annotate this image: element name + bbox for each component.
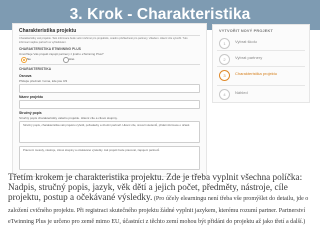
slide-caption: Třetím krokem je charakteristika projekt… bbox=[8, 172, 316, 226]
step-divider bbox=[217, 85, 305, 86]
radio-yes-label: Ano bbox=[69, 57, 75, 61]
step-number-circle: 4 bbox=[219, 89, 230, 100]
section-divider bbox=[19, 64, 200, 65]
project-form-panel: Charakteristika projektu Charakteristiky… bbox=[12, 23, 207, 177]
short-description-textarea[interactable]: Stručný popis, charakteristika vaš proje… bbox=[19, 121, 200, 143]
etwinning-plus-question: Umožňuje Vás projekt zapojit partnery z … bbox=[19, 52, 104, 56]
step-select-school[interactable]: 1 Vybrat školu bbox=[217, 37, 305, 49]
form-title-divider bbox=[19, 35, 200, 36]
radio-no-label: Ne bbox=[27, 57, 31, 61]
section-heading-characteristics: CHARAKTERISTIKA bbox=[19, 67, 52, 71]
step-divider bbox=[217, 50, 305, 51]
step-number: 4 bbox=[223, 92, 226, 98]
form-title: Charakteristika projektu bbox=[19, 28, 77, 34]
step-number-circle: 1 bbox=[219, 38, 230, 49]
step-number-circle: 3 bbox=[219, 70, 230, 81]
short-description-hint: Stručný popis charakteristiky vašeho pro… bbox=[19, 116, 118, 120]
step-select-partners[interactable]: 2 Vybrat partnery bbox=[217, 53, 305, 65]
methods-value: Pracovní metody, nástroje, cílové skupin… bbox=[23, 148, 161, 152]
short-description-label: Stručný popis bbox=[19, 111, 42, 115]
step-project-characteristics[interactable]: 3 Charakteristika projektu bbox=[217, 69, 305, 81]
step-label: Vybrat partnery bbox=[235, 55, 263, 60]
step-divider bbox=[217, 66, 305, 67]
create-project-steps: VYTVOŘIT NOVÝ PROJEKT 1 Vybrat školu 2 V… bbox=[212, 24, 310, 103]
step-label: Vybrat školu bbox=[235, 39, 257, 44]
curriculum-hint: Přidejte předmět / téma, kde jste 0/3 bbox=[19, 79, 68, 83]
step-number: 3 bbox=[223, 73, 226, 79]
step-number: 1 bbox=[223, 41, 226, 47]
form-intro-text: Charakteristiky vaš projektu. Tato infor… bbox=[19, 37, 188, 44]
step-preview[interactable]: 4 Náhled bbox=[217, 88, 305, 100]
methods-textarea[interactable]: Pracovní metody, nástroje, cílové skupin… bbox=[19, 146, 200, 170]
short-description-value: Stručný popis, charakteristika vaš proje… bbox=[23, 123, 190, 127]
curriculum-label: Osnova bbox=[19, 74, 32, 78]
step-label: Charakteristika projektu bbox=[235, 71, 278, 76]
step-label: Náhled bbox=[235, 90, 248, 95]
steps-title: VYTVOŘIT NOVÝ PROJEKT bbox=[219, 29, 273, 33]
slide-title: 3. Krok - Charakteristika bbox=[69, 6, 251, 23]
section-heading-etwinning-plus: CHARAKTERISTIKA ETWINNING PLUS bbox=[19, 47, 82, 51]
curriculum-input[interactable] bbox=[19, 84, 200, 93]
step-number-circle: 2 bbox=[219, 54, 230, 65]
project-name-label: Název projektu bbox=[19, 95, 44, 99]
step-number: 2 bbox=[223, 57, 226, 63]
project-name-input[interactable] bbox=[19, 100, 200, 109]
